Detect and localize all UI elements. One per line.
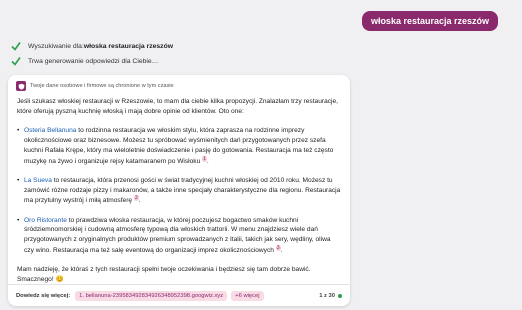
citation-badge[interactable]: 3 [275,245,281,252]
more-sources-chip[interactable]: +6 więcej [231,290,264,301]
user-message-bubble: włoska restauracja rzeszów [361,11,498,31]
status-dot-icon [338,293,342,298]
answer-content: Jeśli szukasz włoskiej restauracji w Rze… [17,97,342,294]
search-status: Wyszukiwanie dla: włoska restauracja rze… [11,41,173,51]
restaurant-link[interactable]: Osteria Bellanuna [24,127,76,134]
shield-icon [16,81,26,91]
generating-status: Trwa generowanie odpowiedzi dla Ciebie… [11,56,158,66]
citation-badge[interactable]: 2 [133,195,139,202]
restaurant-link[interactable]: La Sueva [24,177,52,184]
privacy-note: Twoje dane osobowe i firmowe są chronion… [16,81,174,91]
learn-more-label: Dowiedz się więcej: [16,292,71,299]
learn-more-bar: Dowiedz się więcej: 1. bellanuna-2395834… [8,284,350,306]
check-icon [11,42,21,51]
list-item: • Oro Ristorante to prawdziwa włoska res… [17,216,331,255]
search-prefix: Wyszukiwanie dla: [28,42,84,50]
response-counter: 1 z 30 [319,293,342,299]
list-item: • La Sueva to restauracja, która przenos… [17,176,341,205]
answer-intro: Jeśli szukasz włoskiej restauracji w Rze… [17,98,339,115]
generating-text: Trwa generowanie odpowiedzi dla Ciebie… [28,57,159,65]
citation-badge[interactable]: 1 [202,155,207,162]
source-chip[interactable]: 1. bellanuna-2395834928349263489523​98.g… [75,290,228,301]
privacy-text: Twoje dane osobowe i firmowe są chronion… [30,83,174,89]
search-query: włoska restauracja rzeszów [83,42,174,50]
list-item: • Osteria Bellanuna to rodzinna restaura… [17,126,334,165]
answer-outro: Mam nadzieję, że któraś z tych restaurac… [17,266,311,284]
check-icon [11,57,21,66]
restaurant-link[interactable]: Oro Ristorante [24,217,67,224]
answer-card: Twoje dane osobowe i firmowe są chronion… [8,75,350,306]
